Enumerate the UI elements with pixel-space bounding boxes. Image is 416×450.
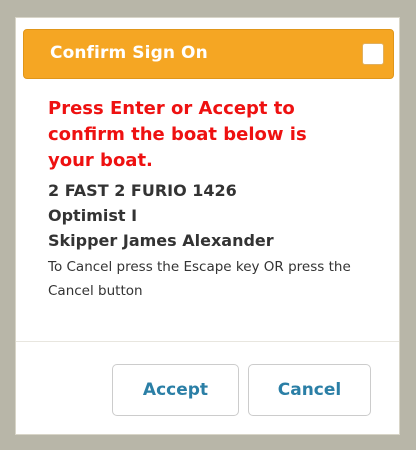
boat-name: 2 FAST 2 FURIO 1426 — [48, 181, 237, 200]
dialog-title-bar: Confirm Sign On — [23, 29, 394, 79]
footer-divider — [16, 341, 399, 342]
accept-button[interactable]: Accept — [112, 364, 239, 416]
boat-details: 2 FAST 2 FURIO 1426 Optimist I Skipper J… — [48, 178, 388, 253]
cancel-button[interactable]: Cancel — [248, 364, 371, 416]
dialog-body: Press Enter or Accept to confirm the boa… — [48, 96, 388, 303]
confirm-warning-text: Press Enter or Accept to confirm the boa… — [48, 98, 307, 171]
cancel-instructions: To Cancel press the Escape key OR press … — [48, 259, 351, 299]
dialog-title: Confirm Sign On — [50, 43, 208, 63]
boat-skipper: Skipper James Alexander — [48, 231, 274, 250]
boat-class: Optimist I — [48, 206, 138, 225]
close-checkbox-icon[interactable] — [362, 43, 384, 65]
confirm-sign-on-dialog: Confirm Sign On Press Enter or Accept to… — [15, 17, 400, 435]
